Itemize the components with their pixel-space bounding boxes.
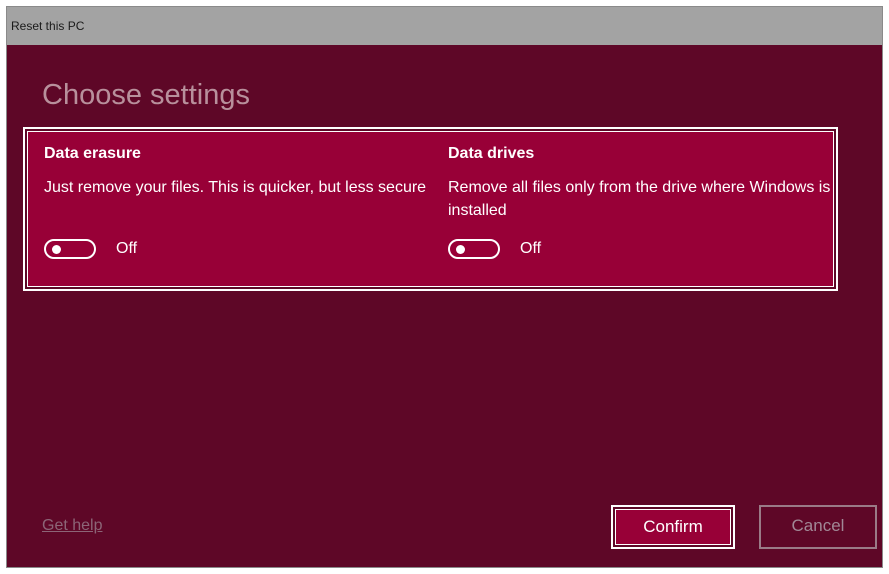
window-title: Reset this PC (11, 19, 85, 33)
page-title: Choose settings (42, 79, 250, 111)
reset-pc-dialog: Reset this PC Choose settings Data erasu… (6, 6, 883, 568)
setting-title: Data drives (448, 145, 535, 162)
setting-title: Data erasure (44, 145, 141, 162)
toggle-row: Off (44, 236, 137, 262)
confirm-button[interactable]: Confirm (611, 505, 735, 549)
toggle-knob (52, 245, 61, 254)
window-title-bar: Reset this PC (7, 7, 882, 45)
settings-panel: Data erasure Just remove your files. Thi… (23, 127, 838, 291)
toggle-row: Off (448, 236, 541, 262)
setting-description: Remove all files only from the drive whe… (448, 179, 831, 219)
cancel-button[interactable]: Cancel (759, 505, 877, 549)
data-erasure-toggle[interactable] (44, 239, 96, 259)
get-help-link[interactable]: Get help (42, 517, 102, 535)
confirm-button-label: Confirm (615, 509, 731, 545)
data-drives-toggle[interactable] (448, 239, 500, 259)
setting-description: Just remove your files. This is quicker,… (44, 179, 427, 196)
settings-panel-inner: Data erasure Just remove your files. Thi… (27, 131, 834, 287)
toggle-state-label: Off (520, 240, 542, 257)
toggle-state-label: Off (116, 240, 138, 257)
toggle-knob (456, 245, 465, 254)
